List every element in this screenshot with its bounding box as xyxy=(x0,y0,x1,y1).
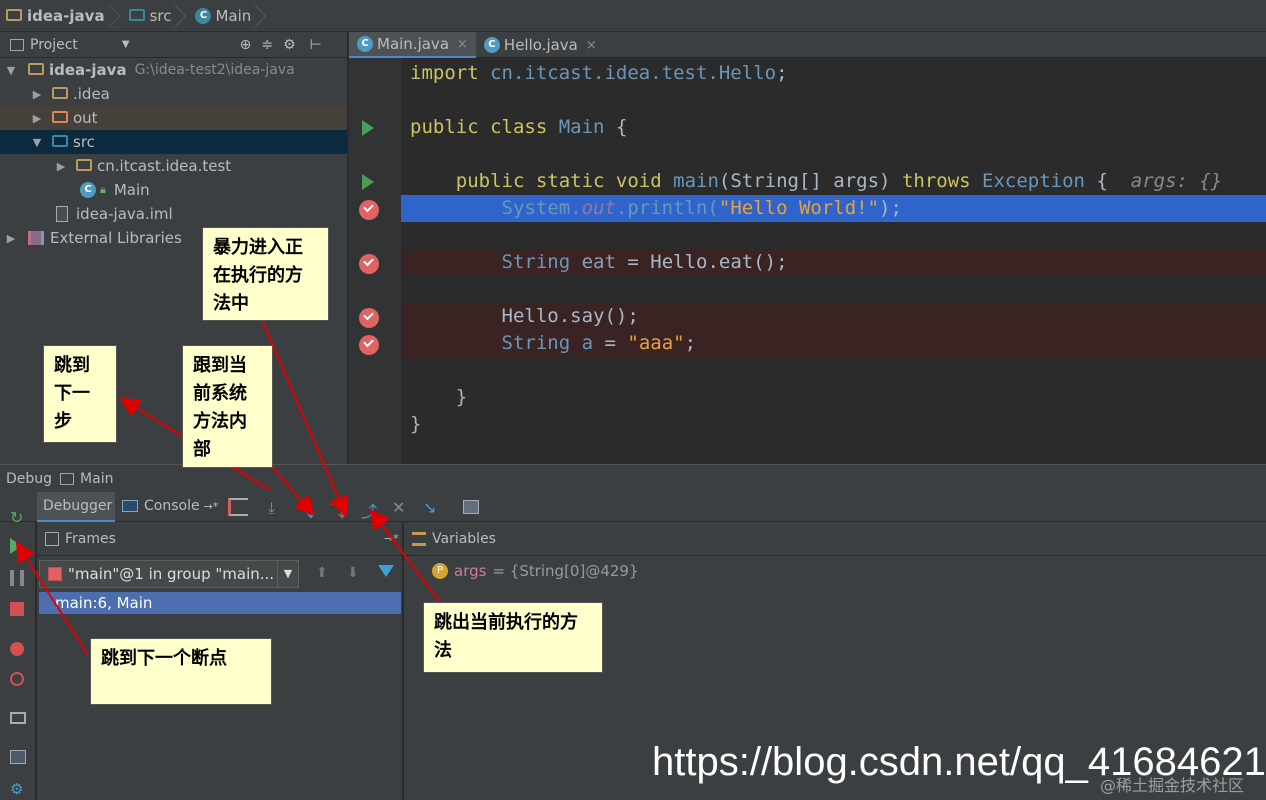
note-resume: 跳到下一个断点 xyxy=(90,638,272,705)
note-step-over: 跳到下一步 xyxy=(43,345,117,443)
note-step-out: 跳出当前执行的方法 xyxy=(423,602,603,673)
note-step-into: 跟到当前系统方法内部 xyxy=(182,345,273,468)
arrow-resume xyxy=(15,541,89,656)
arrow-step-out xyxy=(369,508,441,603)
arrow-force-step-into xyxy=(261,319,348,517)
note-force-step-into: 暴力进入正在执行的方法中 xyxy=(202,227,329,321)
watermark-source: @稀土掘金技术社区 xyxy=(1100,776,1245,795)
